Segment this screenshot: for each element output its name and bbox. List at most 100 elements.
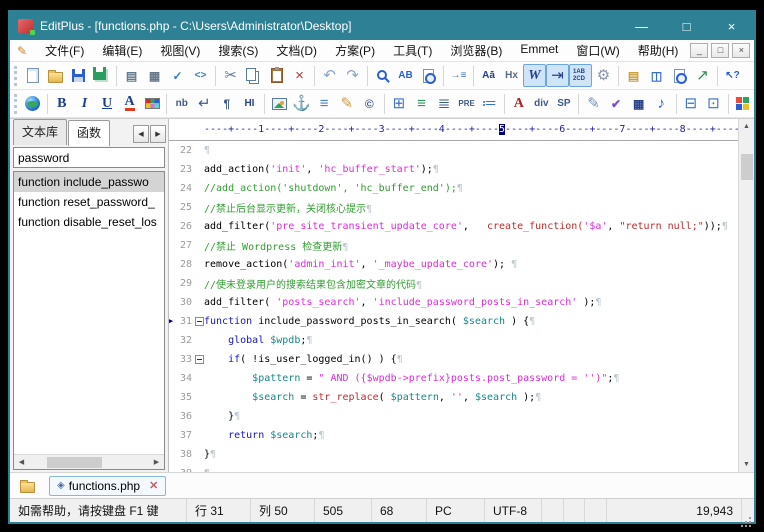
menu-item-help[interactable]: 帮助(H) [629, 40, 688, 61]
span-tag-button[interactable]: SP [553, 92, 576, 115]
color-palette-button[interactable] [141, 92, 164, 115]
redo-button[interactable]: ↷ [341, 64, 364, 87]
set-font-button[interactable]: Aā [477, 64, 500, 87]
anchor-button[interactable]: ⚓ [290, 92, 313, 115]
line-numbers-button[interactable]: 1AB 2CD [569, 64, 592, 87]
cut-button[interactable]: ✂ [219, 64, 242, 87]
bold-button[interactable]: B [51, 92, 74, 115]
insert-list-button[interactable]: ≔ [478, 92, 501, 115]
paragraph-button[interactable]: ¶ [216, 92, 239, 115]
menu-item-edit[interactable]: 编辑(E) [93, 40, 151, 61]
new-file-button[interactable] [21, 64, 44, 87]
delete-button[interactable]: × [288, 64, 311, 87]
edit-script-button[interactable]: ✎ [582, 92, 605, 115]
insert-form-button[interactable]: ⊟ [680, 92, 703, 115]
insert-table-button[interactable]: ⊞ [388, 92, 411, 115]
form-controls-button[interactable]: ⊡ [702, 92, 725, 115]
open-file-button[interactable] [44, 64, 67, 87]
line-break-button[interactable]: ↵ [193, 92, 216, 115]
menu-item-view[interactable]: 视图(V) [151, 40, 209, 61]
hscroll-left-arrow[interactable]: ◀ [14, 458, 29, 466]
fold-collapse-icon[interactable] [195, 355, 204, 364]
sidebar-tab-cliptext[interactable]: 文本库 [13, 119, 67, 145]
window-list-button[interactable]: ◫ [645, 64, 668, 87]
function-list-item[interactable]: function reset_password_ [14, 192, 164, 212]
hscroll-thumb[interactable] [47, 457, 102, 468]
copy-button[interactable] [242, 64, 265, 87]
function-list-item[interactable]: function disable_reset_los [14, 212, 164, 232]
resize-grip[interactable] [742, 499, 754, 522]
close-button[interactable]: × [709, 12, 754, 40]
nbsp-button[interactable]: nb [170, 92, 193, 115]
find-in-files-button[interactable] [417, 64, 440, 87]
editor-pane[interactable]: ----+----1----+----2----+----3----+----4… [168, 119, 738, 472]
vscroll-up-arrow[interactable]: ▲ [739, 119, 754, 134]
directory-window-button[interactable] [15, 476, 39, 496]
print-button[interactable]: ▦ [143, 64, 166, 87]
div-tag-button[interactable]: div [530, 92, 553, 115]
heading-button[interactable]: HI [238, 92, 261, 115]
insert-image-button[interactable] [268, 92, 291, 115]
toolbar-grip[interactable] [14, 94, 17, 114]
components-button[interactable] [732, 92, 755, 115]
anchor-text-button[interactable]: A [507, 92, 530, 115]
insert-music-button[interactable]: ♪ [650, 92, 673, 115]
toolbar-grip[interactable] [14, 66, 17, 86]
print-preview-button[interactable]: ▤ [120, 64, 143, 87]
special-chars-button[interactable]: © [358, 92, 381, 115]
web-browser-button[interactable] [21, 92, 44, 115]
mdi-close-button[interactable]: × [732, 43, 750, 58]
horizontal-rule-button[interactable]: ≡ [313, 92, 336, 115]
paste-button[interactable] [265, 64, 288, 87]
tab-close-icon[interactable]: ✕ [149, 479, 158, 492]
syntax-check-button[interactable]: ✔ [605, 92, 628, 115]
view-in-browser-button[interactable]: ↗ [691, 64, 714, 87]
vertical-scrollbar[interactable]: ▲ ▼ [738, 119, 754, 472]
italic-button[interactable]: I [73, 92, 96, 115]
insert-media-button[interactable]: ▦ [627, 92, 650, 115]
mdi-minimize-button[interactable]: _ [690, 43, 708, 58]
spell-check-button[interactable]: ✓ [166, 64, 189, 87]
browser-preview-button[interactable] [668, 64, 691, 87]
div-block-button[interactable]: ≡ [410, 92, 433, 115]
menu-item-project[interactable]: 方案(P) [326, 40, 384, 61]
menu-item-file[interactable]: 文件(F) [36, 40, 93, 61]
tab-scroll-right-button[interactable]: ▶ [150, 125, 166, 143]
word-wrap-button[interactable]: W [523, 64, 546, 87]
underline-button[interactable]: U [96, 92, 119, 115]
vscroll-down-arrow[interactable]: ▼ [739, 457, 754, 472]
context-help-button[interactable]: ↖? [721, 64, 744, 87]
menu-item-emmet[interactable]: Emmet [511, 40, 567, 61]
menu-item-search[interactable]: 搜索(S) [209, 40, 267, 61]
html-entities-button[interactable]: <> [189, 64, 212, 87]
document-list-button[interactable]: ▤ [622, 64, 645, 87]
menu-item-tools[interactable]: 工具(T) [384, 40, 441, 61]
menu-item-browser[interactable]: 浏览器(B) [441, 40, 511, 61]
auto-indent-button[interactable]: ⇥ [546, 64, 569, 87]
preferences-button[interactable]: ⚙ [592, 64, 615, 87]
hscroll-right-arrow[interactable]: ▶ [149, 458, 164, 466]
function-filter-input[interactable] [13, 147, 165, 168]
goto-line-button[interactable]: →≡ [447, 64, 470, 87]
undo-button[interactable]: ↶ [318, 64, 341, 87]
function-list-item[interactable]: function include_passwo [14, 172, 164, 192]
function-list[interactable]: function include_passwofunction reset_pa… [13, 171, 165, 470]
minimize-button[interactable]: — [619, 12, 664, 40]
find-button[interactable] [371, 64, 394, 87]
preformatted-button[interactable]: PRE [455, 92, 478, 115]
fold-collapse-icon[interactable] [195, 317, 204, 326]
replace-button[interactable]: AB [394, 64, 417, 87]
font-color-button[interactable]: A [118, 92, 141, 115]
center-text-button[interactable]: ≣ [433, 92, 456, 115]
mdi-restore-button[interactable]: □ [711, 43, 729, 58]
compose-button[interactable]: ✎ [335, 92, 358, 115]
menu-item-document[interactable]: 文档(D) [267, 40, 326, 61]
maximize-button[interactable]: □ [664, 12, 709, 40]
tab-functions-php[interactable]: ◈ functions.php ✕ [49, 476, 166, 496]
save-button[interactable] [67, 64, 90, 87]
save-all-button[interactable] [90, 64, 113, 87]
vscroll-thumb[interactable] [741, 154, 753, 180]
hex-viewer-button[interactable]: Hx [500, 64, 523, 87]
sidebar-tab-functions[interactable]: 函数 [68, 120, 110, 146]
tab-scroll-left-button[interactable]: ◀ [133, 125, 149, 143]
